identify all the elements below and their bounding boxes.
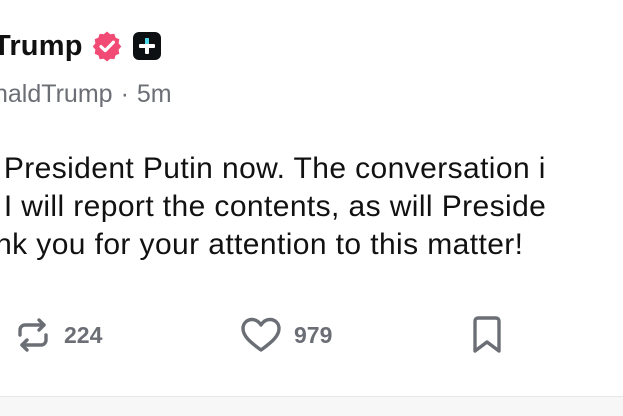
post-actions: 224 979 [0,310,623,360]
like-count: 979 [294,321,333,348]
post-meta: naldTrump · 5m [0,78,172,110]
post-header: Trump [0,26,161,66]
author-handle[interactable]: naldTrump [0,80,113,109]
heart-icon [241,317,281,352]
repost-button[interactable]: 224 [14,310,102,360]
author-name[interactable]: Trump [0,30,83,63]
post-body-line: ank you for your attention to this matte… [0,228,524,261]
repost-icon [18,318,48,352]
bookmark-button[interactable] [470,310,504,360]
plus-badge-icon [132,32,161,60]
post-body: o President Putin now. The conversation … [0,150,623,264]
post-card: Trump naldTrump · 5m o President Putin n… [0,0,623,416]
like-button[interactable]: 979 [240,310,332,360]
verified-badge-icon [92,31,121,62]
bookmark-icon [473,316,501,353]
meta-separator: · [120,79,129,108]
post-timestamp[interactable]: 5m [137,80,172,109]
post-body-line: o President Putin now. The conversation … [0,152,546,185]
repost-count: 224 [64,321,103,348]
feed-background [0,397,623,416]
post-body-line: d I will report the contents, as will Pr… [0,190,547,223]
